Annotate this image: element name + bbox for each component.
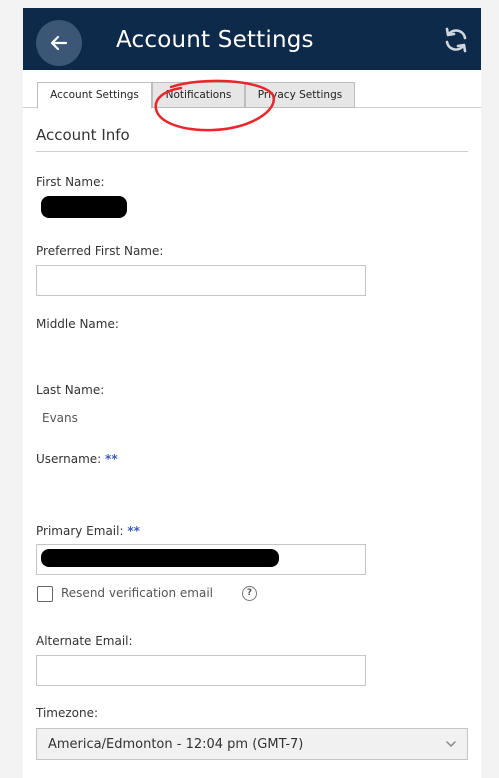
alternate-email-label: Alternate Email:	[36, 634, 133, 648]
section-divider	[36, 151, 468, 152]
app-header: Account Settings	[23, 8, 481, 70]
red-circle-annotation	[154, 79, 275, 132]
timezone-select[interactable]: America/Edmonton - 12:04 pm (GMT-7)	[36, 728, 468, 760]
last-name-label: Last Name:	[36, 383, 105, 397]
first-name-redaction	[41, 196, 127, 218]
account-settings-page: Account Settings Account Settings Notifi…	[23, 8, 481, 778]
chevron-down-icon	[446, 741, 456, 747]
back-button[interactable]	[36, 20, 82, 66]
refresh-icon	[445, 27, 467, 53]
primary-email-label: Primary Email: **	[36, 524, 140, 538]
preferred-first-name-label: Preferred First Name:	[36, 244, 164, 258]
primary-email-input[interactable]	[36, 544, 366, 575]
first-name-label: First Name:	[36, 175, 105, 189]
resend-verification-checkbox[interactable]	[37, 586, 53, 602]
username-label: Username: **	[36, 452, 118, 466]
username-required-marker: **	[105, 452, 118, 466]
arrow-left-icon	[50, 35, 68, 51]
resend-verification-label[interactable]: Resend verification email	[61, 586, 213, 600]
timezone-label: Timezone:	[36, 706, 99, 720]
primary-email-required-marker: **	[127, 524, 140, 538]
tab-account-settings[interactable]: Account Settings	[37, 82, 152, 109]
help-icon[interactable]: ?	[242, 586, 257, 601]
timezone-selected-value: America/Edmonton - 12:04 pm (GMT-7)	[48, 737, 304, 752]
username-label-text: Username:	[36, 452, 102, 466]
refresh-button[interactable]	[441, 25, 471, 55]
middle-name-label: Middle Name:	[36, 317, 119, 331]
last-name-value: Evans	[42, 411, 78, 425]
primary-email-redaction	[41, 549, 279, 567]
section-title: Account Info	[36, 126, 130, 144]
page-title: Account Settings	[116, 27, 314, 53]
preferred-first-name-input[interactable]	[36, 265, 366, 296]
primary-email-label-text: Primary Email:	[36, 524, 124, 538]
alternate-email-input[interactable]	[36, 655, 366, 686]
